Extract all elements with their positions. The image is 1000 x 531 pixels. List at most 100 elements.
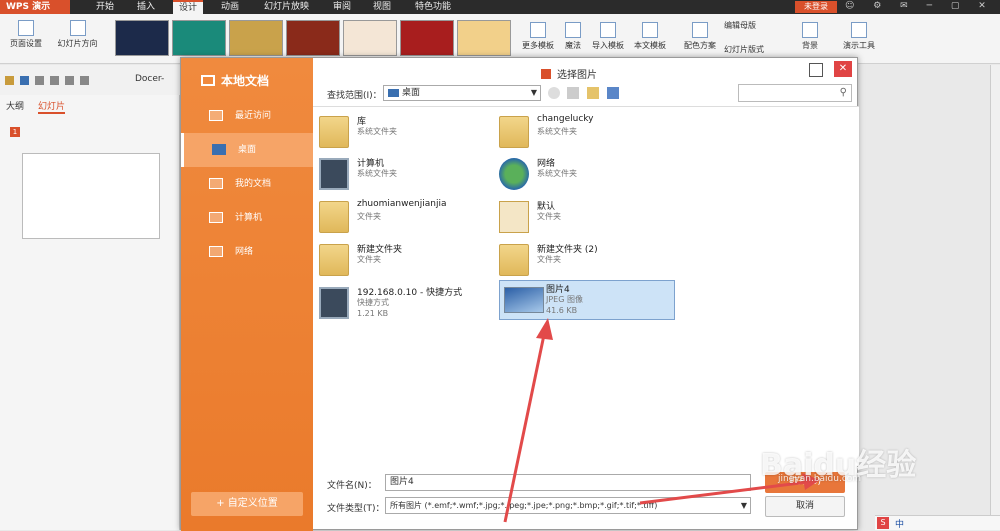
magic-button[interactable]: 魔法 xyxy=(560,22,586,51)
orientation-icon xyxy=(69,20,86,36)
tab-view[interactable]: 视图 xyxy=(373,0,391,14)
sidebar-item-computer[interactable]: 计算机 xyxy=(181,201,313,235)
templates-icon xyxy=(530,22,546,38)
file-item[interactable]: 默认 文件夹 xyxy=(495,198,671,238)
page-setup-button[interactable]: 页面设置 xyxy=(6,20,46,49)
tab-slideshow[interactable]: 幻灯片放映 xyxy=(264,0,309,14)
file-item[interactable]: 库 系统文件夹 xyxy=(315,113,491,153)
background-button[interactable]: 背景 xyxy=(792,22,828,51)
sidebar-item-network[interactable]: 网络 xyxy=(181,235,313,269)
up-folder-icon[interactable] xyxy=(567,87,579,99)
tab-outline[interactable]: 大纲 xyxy=(6,99,24,112)
tab-review[interactable]: 审阅 xyxy=(333,0,351,14)
import-template-button[interactable]: 导入模板 xyxy=(588,22,628,51)
search-input[interactable]: ⚲ xyxy=(738,84,852,102)
new-folder-icon[interactable] xyxy=(587,87,599,99)
image-file-icon xyxy=(504,287,544,313)
sidebar-item-desktop[interactable]: 桌面 xyxy=(181,133,313,167)
desktop-icon xyxy=(212,144,226,155)
chevron-down-icon: ▼ xyxy=(530,88,537,97)
cancel-button[interactable]: 取消 xyxy=(765,496,845,517)
template-thumb[interactable] xyxy=(115,20,169,56)
file-item[interactable]: changelucky 系统文件夹 xyxy=(495,113,671,153)
custom-location-button[interactable]: + 自定义位置 xyxy=(191,492,303,516)
this-doc-template-button[interactable]: 本文模板 xyxy=(630,22,670,51)
window-control-icons[interactable]: ☺ ⚙ ✉ ─ ▢ ✕ xyxy=(845,1,994,11)
more-templates-button[interactable]: 更多模板 xyxy=(518,22,558,51)
wps-logo-icon xyxy=(541,69,551,79)
file-item[interactable]: 新建文件夹 (2) 文件夹 xyxy=(495,241,671,281)
filename-label: 文件名(N)： xyxy=(327,481,377,491)
tab-design[interactable]: 设计 xyxy=(173,0,204,14)
redo-icon[interactable] xyxy=(80,76,89,85)
back-icon[interactable] xyxy=(548,87,560,99)
library-folder-icon xyxy=(319,116,349,148)
slide-orientation-button[interactable]: 幻灯片方向 xyxy=(50,20,105,49)
open-icon[interactable] xyxy=(5,76,14,85)
undo-icon[interactable] xyxy=(65,76,74,85)
file-item[interactable]: 192.168.0.10 - 快捷方式 快捷方式 1.21 KB xyxy=(315,284,491,324)
filename-input[interactable]: 图片4 xyxy=(385,474,751,491)
template-thumb[interactable] xyxy=(343,20,397,56)
login-button[interactable]: 未登录 xyxy=(795,1,837,13)
monitor-icon xyxy=(201,75,215,86)
view-menu-icon[interactable] xyxy=(607,87,619,99)
chevron-down-icon: ▼ xyxy=(740,501,747,510)
file-item[interactable]: zhuomianwenjianjia 文件夹 xyxy=(315,198,491,238)
template-thumb[interactable] xyxy=(172,20,226,56)
tools-icon xyxy=(851,22,867,38)
tab-home[interactable]: 开始 xyxy=(96,0,114,14)
slide-thumbnail[interactable] xyxy=(22,153,160,239)
user-folder-icon xyxy=(499,116,529,148)
tab-features[interactable]: 特色功能 xyxy=(415,0,451,14)
tab-animation[interactable]: 动画 xyxy=(221,0,239,14)
slide-layout-button[interactable]: 幻灯片版式 xyxy=(724,44,784,55)
folder-icon xyxy=(319,201,349,233)
tab-insert[interactable]: 插入 xyxy=(137,0,155,14)
file-item[interactable]: 新建文件夹 文件夹 xyxy=(315,241,491,281)
palette-icon xyxy=(692,22,708,38)
presentation-tools-button[interactable]: 演示工具 xyxy=(834,22,884,51)
sidebar-item-recent[interactable]: 最近访问 xyxy=(181,99,313,133)
print-icon[interactable] xyxy=(35,76,44,85)
filetype-dropdown[interactable]: 所有图片 (*.emf;*.wmf;*.jpg;*.jpeg;*.jpe;*.p… xyxy=(385,497,751,514)
folder-icon xyxy=(319,244,349,276)
sidebar-title: 本地文档 xyxy=(201,72,269,89)
filetype-label: 文件类型(T)： xyxy=(327,504,385,514)
dialog-sidebar: 本地文档 最近访问 桌面 我的文档 计算机 网络 + 自定义位置 xyxy=(181,58,313,531)
file-item-selected[interactable]: 图片4 JPEG 图像 41.6 KB xyxy=(499,280,675,320)
folder-icon xyxy=(209,178,223,189)
sogou-ime-icon[interactable]: S xyxy=(877,517,889,529)
template-thumb[interactable] xyxy=(286,20,340,56)
file-item[interactable]: 计算机 系统文件夹 xyxy=(315,155,491,195)
color-scheme-button[interactable]: 配色方案 xyxy=(680,22,720,51)
file-item[interactable]: 网络 系统文件夹 xyxy=(495,155,671,195)
template-thumb[interactable] xyxy=(457,20,511,56)
look-in-dropdown[interactable]: 桌面 ▼ xyxy=(383,85,541,101)
ime-mode-indicator[interactable]: 中 xyxy=(895,517,904,530)
look-in-label: 查找范围(I)： xyxy=(327,91,382,101)
document-icon xyxy=(642,22,658,38)
maximize-button[interactable] xyxy=(809,63,823,77)
slide-pane: 大纲 幻灯片 1 xyxy=(0,95,180,530)
template-thumb[interactable] xyxy=(229,20,283,56)
app-menu-button[interactable]: WPS 演示 xyxy=(0,0,70,14)
computer-icon xyxy=(209,212,223,223)
magic-wand-icon xyxy=(565,22,581,38)
tab-slides[interactable]: 幻灯片 xyxy=(38,99,66,114)
preview-icon[interactable] xyxy=(50,76,59,85)
network-icon xyxy=(209,246,223,257)
close-button[interactable]: ✕ xyxy=(834,61,852,77)
search-icon: ⚲ xyxy=(839,87,847,98)
save-icon[interactable] xyxy=(20,76,29,85)
title-bar: WPS 演示 开始 插入 设计 动画 幻灯片放映 审阅 视图 特色功能 未登录 … xyxy=(0,0,1000,14)
document-folder-icon xyxy=(499,201,529,233)
right-task-pane[interactable] xyxy=(990,65,1000,530)
edit-master-button[interactable]: 编辑母版 xyxy=(724,20,784,31)
sidebar-item-documents[interactable]: 我的文档 xyxy=(181,167,313,201)
background-icon xyxy=(802,22,818,38)
baidu-watermark-url: jingyan.baidu.com xyxy=(778,474,862,484)
page-setup-icon xyxy=(18,20,34,36)
template-thumb[interactable] xyxy=(400,20,454,56)
docer-tab[interactable]: Docer- xyxy=(135,74,164,84)
